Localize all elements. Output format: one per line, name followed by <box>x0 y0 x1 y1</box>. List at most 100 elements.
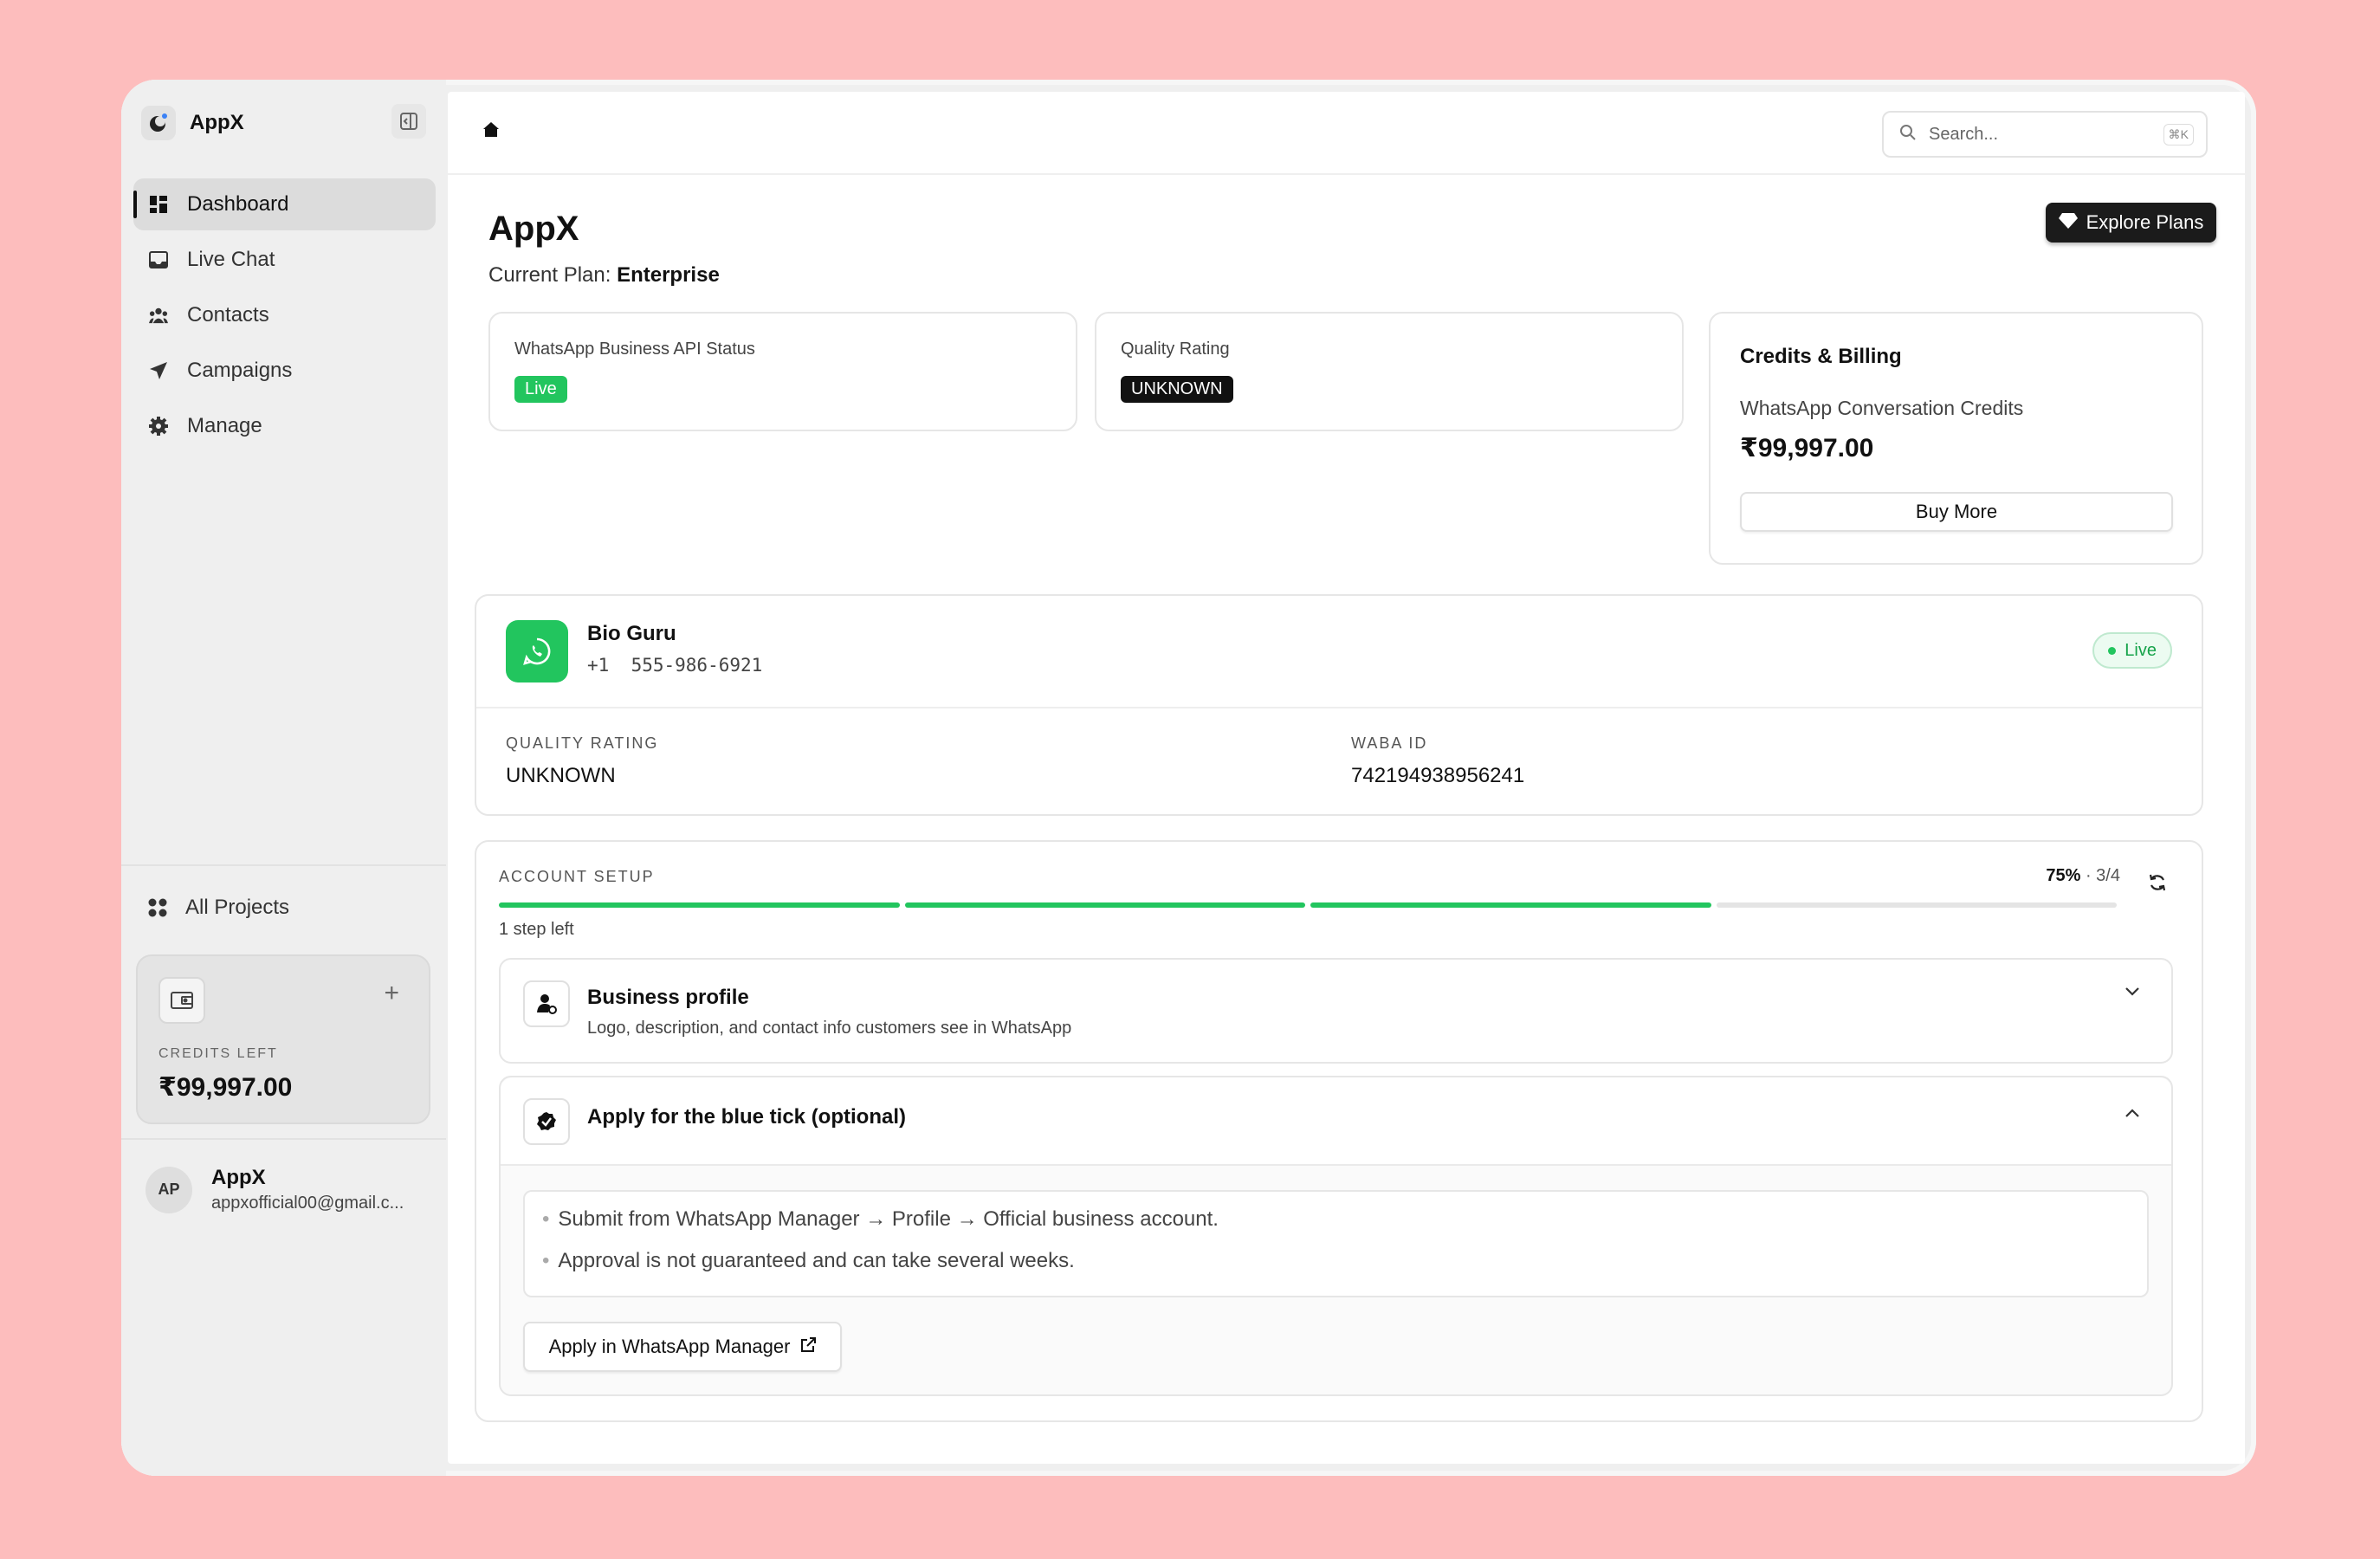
billing-title: Credits & Billing <box>1740 345 1902 368</box>
user-name: AppX <box>211 1166 266 1189</box>
bullet-item: • Approval is not guaranteed and can take… <box>542 1249 1075 1272</box>
quality-rating-value: UNKNOWN <box>506 764 616 787</box>
sidebar-item-manage[interactable]: Manage <box>133 400 436 452</box>
waba-id-key: WABA ID <box>1351 734 1428 752</box>
step-description: Logo, description, and contact info cust… <box>587 1019 1072 1038</box>
sidebar-item-label: Live Chat <box>187 248 275 271</box>
app-window: AppX Dashboard Live Chat Contacts Campai… <box>121 80 2256 1476</box>
verified-badge-icon <box>523 1098 570 1145</box>
api-status-card: WhatsApp Business API Status Live <box>488 312 1077 431</box>
divider <box>121 1138 446 1140</box>
setup-fraction: · 3/4 <box>2085 866 2120 885</box>
sidebar-item-campaigns[interactable]: Campaigns <box>133 345 436 397</box>
sidebar: AppX Dashboard Live Chat Contacts Campai… <box>121 80 446 1476</box>
sidebar-item-live-chat[interactable]: Live Chat <box>133 234 436 286</box>
status-badge: Live <box>514 376 567 403</box>
step-title: Business profile <box>587 986 749 1009</box>
apply-whatsapp-manager-button[interactable]: Apply in WhatsApp Manager <box>523 1322 842 1372</box>
progress-segment <box>1310 902 1711 908</box>
app-name: AppX <box>190 111 244 134</box>
live-dot-icon <box>2108 646 2117 655</box>
sidebar-nav: Dashboard Live Chat Contacts Campaigns M… <box>133 178 436 456</box>
credits-billing-card: Credits & Billing WhatsApp Conversation … <box>1709 312 2203 565</box>
add-credits-icon[interactable]: + <box>384 979 399 1008</box>
refresh-icon[interactable] <box>2148 873 2167 896</box>
buy-more-button[interactable]: Buy More <box>1740 492 2173 532</box>
contacts-icon <box>149 306 168 325</box>
sidebar-item-label: Campaigns <box>187 359 293 382</box>
topbar: Search... ⌘K <box>448 92 2245 175</box>
gear-icon <box>149 417 168 436</box>
diamond-icon <box>2058 211 2078 234</box>
setup-progress-text: 75% · 3/4 <box>2046 866 2120 886</box>
step-title: Apply for the blue tick (optional) <box>587 1105 906 1129</box>
apply-button-label: Apply in WhatsApp Manager <box>548 1336 791 1357</box>
divider <box>476 707 2202 708</box>
plan-label: Current Plan: <box>488 263 611 287</box>
waba-id-value: 742194938956241 <box>1351 764 1525 787</box>
account-name: Bio Guru <box>587 622 676 645</box>
external-link-icon <box>800 1336 817 1358</box>
step-header[interactable]: Apply for the blue tick (optional) <box>501 1077 2171 1166</box>
step-blue-tick: Apply for the blue tick (optional) • Subm… <box>499 1076 2173 1396</box>
account-phone: +1 555-986-6921 <box>587 655 763 676</box>
user-email: appxofficial00@gmail.c... <box>211 1194 404 1213</box>
billing-subtitle: WhatsApp Conversation Credits <box>1740 397 2024 419</box>
inbox-icon <box>149 250 168 269</box>
quality-rating-key: QUALITY RATING <box>506 734 659 752</box>
all-projects-link[interactable]: All Projects <box>147 887 289 928</box>
account-setup-card: ACCOUNT SETUP 75% · 3/4 1 step left Busi… <box>475 840 2203 1422</box>
whatsapp-icon <box>506 620 568 682</box>
progress-segment <box>904 902 1305 908</box>
home-icon[interactable] <box>482 121 500 143</box>
billing-amount: ₹99,997.00 <box>1740 434 1874 463</box>
progress-segment <box>1716 902 2117 908</box>
explore-plans-button[interactable]: Explore Plans <box>2046 203 2216 243</box>
explore-plans-label: Explore Plans <box>2086 211 2204 233</box>
grid-icon <box>147 897 168 918</box>
api-status-label: WhatsApp Business API Status <box>514 340 755 359</box>
page-title: AppX <box>488 210 579 248</box>
sidebar-item-dashboard[interactable]: Dashboard <box>133 178 436 230</box>
brand[interactable]: AppX <box>141 102 244 144</box>
user-profile[interactable]: AP AppX appxofficial00@gmail.c... <box>146 1166 419 1213</box>
search-input[interactable]: Search... ⌘K <box>1882 111 2208 158</box>
credits-label: CREDITS LEFT <box>158 1046 278 1061</box>
sidebar-item-label: Manage <box>187 414 262 437</box>
live-status-label: Live <box>2125 640 2157 660</box>
dashboard-icon <box>149 195 168 214</box>
setup-title: ACCOUNT SETUP <box>499 868 655 885</box>
app-logo-icon <box>141 106 176 140</box>
search-placeholder: Search... <box>1929 124 1999 144</box>
quality-rating-card: Quality Rating UNKNOWN <box>1095 312 1684 431</box>
account-card: Bio Guru +1 555-986-6921 Live QUALITY RA… <box>475 594 2203 816</box>
sidebar-item-contacts[interactable]: Contacts <box>133 289 436 341</box>
main-panel: Search... ⌘K AppX Current Plan: Enterpri… <box>448 92 2245 1464</box>
live-status-pill: Live <box>2092 632 2172 669</box>
quality-badge: UNKNOWN <box>1121 376 1233 403</box>
credits-card: + CREDITS LEFT ₹99,997.00 <box>136 954 430 1124</box>
business-profile-icon <box>523 980 570 1027</box>
avatar: AP <box>146 1166 192 1213</box>
divider <box>121 864 446 866</box>
quality-rating-label: Quality Rating <box>1121 340 1230 359</box>
blue-tick-info-box: • Submit from WhatsApp Manager → Profile … <box>523 1190 2149 1297</box>
setup-percent: 75% <box>2046 866 2081 885</box>
bullet-text: Submit from WhatsApp Manager → Profile →… <box>558 1207 1219 1231</box>
chevron-up-icon[interactable] <box>2125 1107 2140 1122</box>
wallet-icon <box>158 977 205 1024</box>
all-projects-label: All Projects <box>185 896 290 919</box>
bullet-item: • Submit from WhatsApp Manager → Profile … <box>542 1207 1219 1231</box>
sidebar-item-label: Contacts <box>187 303 269 327</box>
search-shortcut: ⌘K <box>2163 124 2194 146</box>
chevron-down-icon[interactable] <box>2125 986 2140 1001</box>
current-plan: Current Plan: Enterprise <box>488 263 720 288</box>
send-icon <box>149 361 168 380</box>
credits-value: ₹99,997.00 <box>158 1073 293 1102</box>
plan-value: Enterprise <box>617 263 720 287</box>
sidebar-item-label: Dashboard <box>187 192 289 216</box>
search-icon <box>1899 124 1917 146</box>
step-business-profile[interactable]: Business profile Logo, description, and … <box>499 958 2173 1064</box>
steps-left: 1 step left <box>499 920 574 939</box>
collapse-sidebar-icon[interactable] <box>391 104 426 139</box>
